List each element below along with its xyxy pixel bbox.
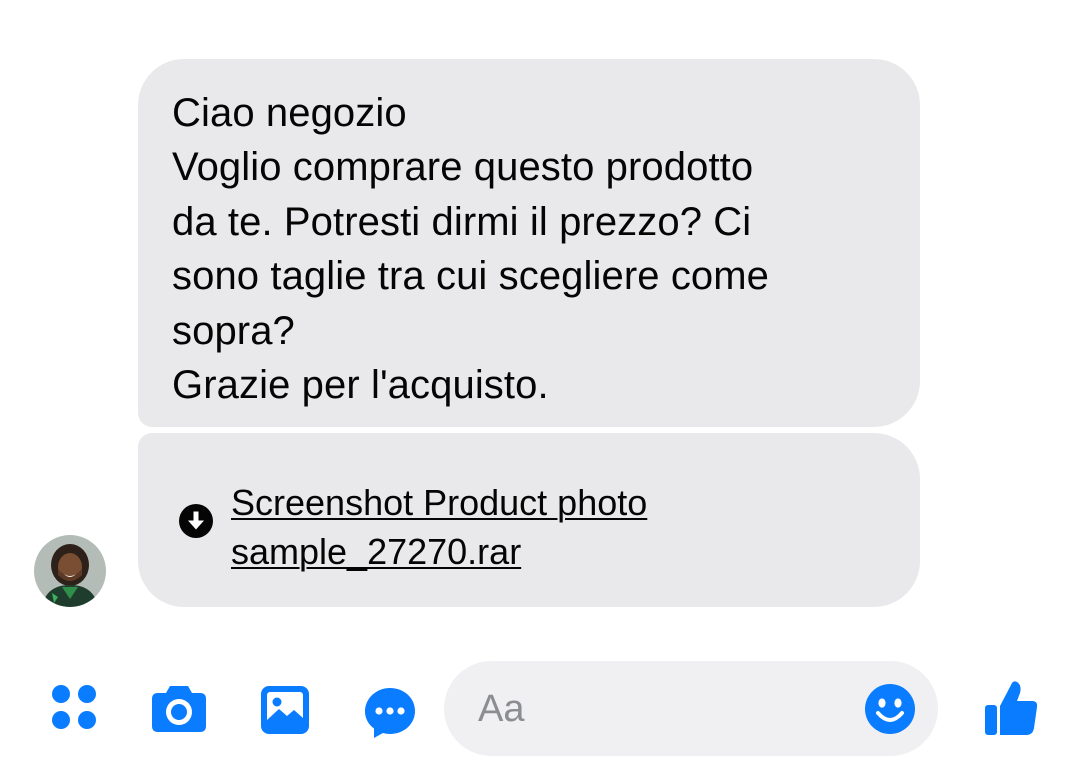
attachment-name-line: sample_27270.rar <box>231 531 522 572</box>
message-line: sono taglie tra cui scegliere come <box>172 254 770 299</box>
avatar-image <box>34 535 106 607</box>
message-line: Voglio comprare questo prodotto <box>172 145 754 190</box>
attachment-name-line: Screenshot Product photo <box>231 482 648 523</box>
messenger-icon[interactable] <box>363 686 417 740</box>
apps-icon[interactable] <box>50 683 98 731</box>
message-line: Grazie per l'acquisto. <box>172 363 549 408</box>
message-line: sopra? <box>172 308 295 353</box>
image-icon[interactable] <box>259 684 311 736</box>
emoji-icon[interactable] <box>864 683 916 735</box>
message-bubble[interactable]: Ciao negozio Voglio comprare questo prod… <box>138 59 920 427</box>
avatar[interactable] <box>34 535 106 607</box>
message-line: Ciao negozio <box>172 91 407 135</box>
message-input[interactable]: Aa <box>444 661 938 756</box>
message-line: da te. Potresti dirmi il prezzo? Ci <box>172 199 752 244</box>
attachment-bubble[interactable]: Screenshot Product photo sample_27270.ra… <box>138 433 920 607</box>
download-icon[interactable] <box>178 503 214 539</box>
thumbs-up-icon[interactable] <box>982 679 1040 737</box>
camera-icon[interactable] <box>150 684 208 734</box>
message-input-placeholder: Aa <box>478 688 525 730</box>
attachment-link[interactable]: Screenshot Product photo sample_27270.ra… <box>231 478 647 576</box>
